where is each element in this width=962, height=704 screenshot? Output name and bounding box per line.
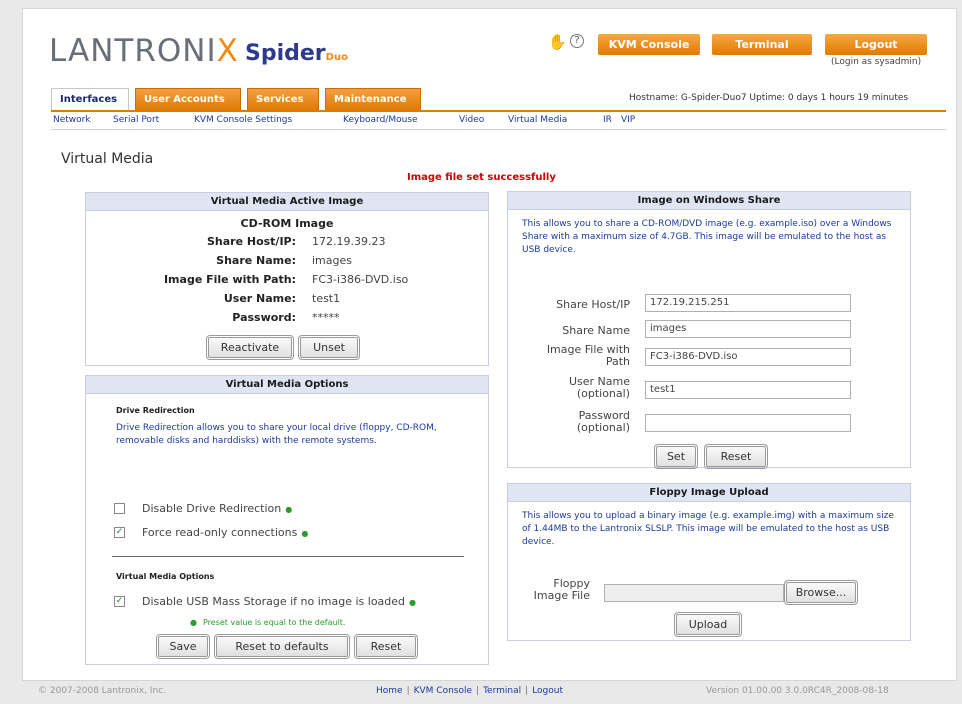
image-file-value: FC3-i386-DVD.iso [312,273,409,286]
ws-image-file-input[interactable]: FC3-i386-DVD.iso [645,348,851,366]
options-panel: Virtual Media Options Drive Redirection … [85,375,489,665]
drive-redirection-description: Drive Redirection allows you to share yo… [116,423,437,446]
share-host-value: 172.19.39.23 [312,235,386,248]
browse-button[interactable]: Browse... [784,580,858,605]
password-value: ***** [312,311,340,324]
default-legend: ● Preset value is equal to the default. [190,618,346,627]
sub-navigation: Network Serial Port KVM Console Settings… [51,110,946,130]
options-reset-button[interactable]: Reset [354,634,418,659]
page-container: LANTRONIX SpiderDuo ✋ ? KVM Console Term… [22,8,957,681]
logo-text: LANTRONI [49,33,217,69]
footer-logout-link[interactable]: Logout [532,686,563,696]
legend-dot-icon: ● [190,618,197,627]
terminal-button[interactable]: Terminal [712,34,812,55]
version-text: Version 01.00.00 3.0.0RC4R_2008-08-18 [706,686,889,696]
footer-terminal-link[interactable]: Terminal [483,686,521,696]
copyright: © 2007-2008 Lantronix, Inc. [38,686,166,696]
share-name-value: images [312,254,352,267]
floppy-description: This allows you to upload a binary image… [522,511,894,547]
hand-icon[interactable]: ✋ [548,33,567,51]
ws-reset-button[interactable]: Reset [704,444,768,469]
footer-home-link[interactable]: Home [376,686,403,696]
unset-button[interactable]: Unset [298,335,360,360]
reactivate-button[interactable]: Reactivate [206,335,294,360]
default-dot-icon: ● [285,505,293,514]
spider-text: Spider [245,41,326,66]
options-title: Virtual Media Options [86,376,488,394]
options-divider [112,556,464,557]
reset-to-defaults-button[interactable]: Reset to defaults [214,634,350,659]
subnav-network[interactable]: Network [53,115,91,125]
drive-redirection-heading: Drive Redirection [116,406,195,415]
ws-password-input[interactable] [645,414,851,432]
help-icon[interactable]: ? [570,34,584,48]
default-dot-icon: ● [409,598,417,607]
vm-options-heading: Virtual Media Options [116,572,215,581]
windows-share-title: Image on Windows Share [508,192,910,210]
footer-kvm-console-link[interactable]: KVM Console [414,686,472,696]
lantronix-logo: LANTRONIX [49,33,239,69]
floppy-title: Floppy Image Upload [508,484,910,502]
default-dot-icon: ● [301,529,309,538]
login-as-text: (Login as sysadmin) [831,57,922,67]
floppy-file-input[interactable] [604,584,784,602]
active-image-subtitle: CD-ROM Image [240,217,334,230]
image-file-label: Image File with Path: [163,273,296,286]
tab-services[interactable]: Services [247,88,319,110]
page-title: Virtual Media [61,151,154,167]
set-button[interactable]: Set [654,444,698,469]
windows-share-panel: Image on Windows Share This allows you t… [507,191,911,469]
tab-user-accounts[interactable]: User Accounts [135,88,241,110]
force-readonly-checkbox[interactable]: ✓ [114,527,125,538]
status-message: Image file set successfully [407,172,556,183]
logo-x: X [216,33,239,69]
user-name-value: test1 [312,292,341,305]
floppy-panel: Floppy Image Upload This allows you to u… [507,483,911,641]
disable-usb-checkbox[interactable]: ✓ [114,596,125,607]
subnav-keyboard-mouse[interactable]: Keyboard/Mouse [343,115,418,125]
windows-share-description: This allows you to share a CD-ROM/DVD im… [522,219,892,255]
tab-maintenance[interactable]: Maintenance [325,88,421,110]
subnav-ir[interactable]: IR [603,115,612,125]
logout-button[interactable]: Logout [825,34,927,55]
subnav-video[interactable]: Video [459,115,484,125]
ws-password-label: Password (optional) [576,409,630,434]
password-label: Password: [232,311,296,324]
ws-share-name-input[interactable]: images [645,320,851,338]
ws-image-file-label: Image File with Path [546,343,630,368]
disable-drive-label: Disable Drive Redirection ● [142,502,293,515]
subnav-virtual-media[interactable]: Virtual Media [508,115,567,125]
active-image-panel: Virtual Media Active Image CD-ROM Image … [85,192,489,366]
subnav-vip[interactable]: VIP [621,115,635,125]
floppy-file-label: Floppy Image File [533,577,590,602]
disable-drive-checkbox[interactable] [114,503,125,514]
kvm-console-button[interactable]: KVM Console [598,34,700,55]
tab-interfaces[interactable]: Interfaces [51,88,129,111]
save-button[interactable]: Save [156,634,210,659]
spider-duo-logo: SpiderDuo [245,41,348,66]
force-readonly-label: Force read-only connections ● [142,526,309,539]
ws-user-name-label: User Name (optional) [568,375,630,400]
disable-usb-label: Disable USB Mass Storage if no image is … [142,595,417,608]
upload-button[interactable]: Upload [674,612,742,637]
ws-share-name-label: Share Name [562,324,630,337]
duo-text: Duo [325,52,348,63]
subnav-serial-port[interactable]: Serial Port [113,115,159,125]
user-name-label: User Name: [223,292,296,305]
share-host-label: Share Host/IP: [206,235,296,248]
ws-share-host-label: Share Host/IP [556,298,630,311]
hostname-uptime: Hostname: G-Spider-Duo7 Uptime: 0 days 1… [629,93,909,103]
subnav-kvm-console-settings[interactable]: KVM Console Settings [194,115,292,125]
share-name-label: Share Name: [216,254,296,267]
ws-user-name-input[interactable]: test1 [645,381,851,399]
active-image-title: Virtual Media Active Image [86,193,488,211]
footer-links: Home | KVM Console | Terminal | Logout [376,686,564,696]
ws-share-host-input[interactable]: 172.19.215.251 [645,294,851,312]
